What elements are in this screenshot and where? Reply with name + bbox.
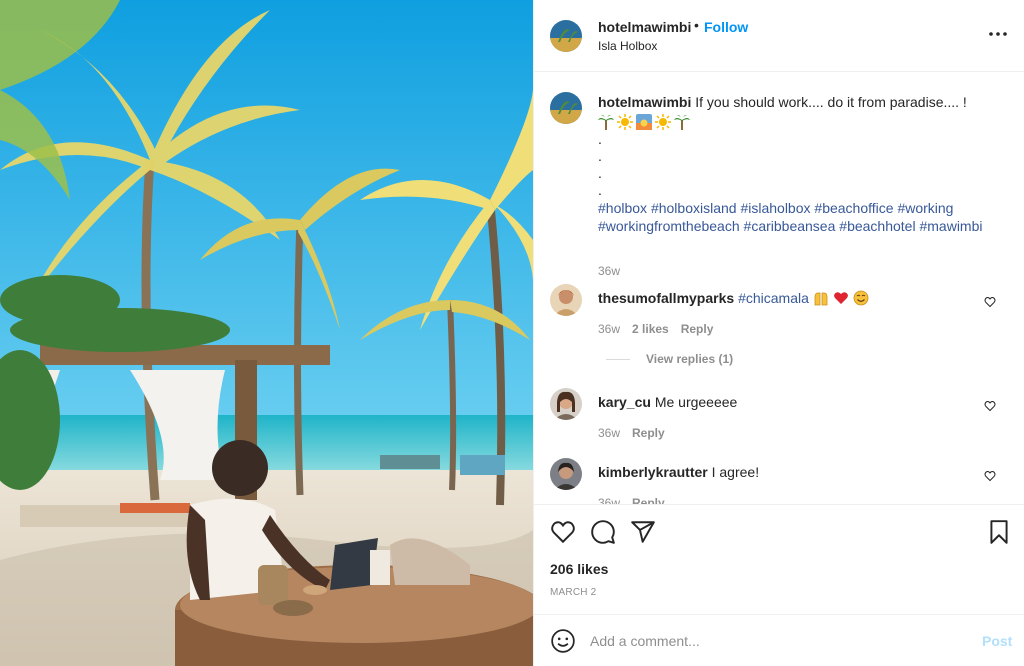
more-horizontal-icon[interactable] [988,24,1008,44]
post-comment-button[interactable]: Post [982,633,1012,649]
sun-icon [617,114,633,130]
comment-timestamp[interactable]: 36w [598,426,620,440]
commenter-username[interactable]: thesumofallmyparks [598,290,734,306]
caption-dot: . [598,131,602,147]
post-details-panel: hotelmawimbi • Follow Isla Holbox hotelm… [533,0,1024,666]
commenter-avatar[interactable] [550,388,582,420]
beach-photo-illustration [0,0,533,666]
commenter-username[interactable]: kary_cu [598,394,651,410]
commenter-username[interactable]: kimberlykrautter [598,464,708,480]
reply-divider-line [606,358,630,360]
emoji-smile-icon[interactable] [550,628,576,654]
caption-hashtags: #holbox #holboxisland #islaholbox #beach… [598,199,998,235]
add-comment-bar: Post [534,614,1024,666]
caption-text: If you should work.... do it from paradi… [695,94,967,110]
post-date[interactable]: MARCH 2 [550,587,596,598]
comment-meta: 36w Reply [598,426,665,440]
red-heart-icon [833,290,849,306]
author-avatar[interactable] [550,20,582,52]
comment-item: kary_cu Me urgeeeee 36w Reply [550,388,1010,448]
comment-item: kimberlykrautter I agree! 36w Reply [550,458,1010,504]
sun-icon [655,114,671,130]
like-comment-heart-icon[interactable] [984,400,996,412]
author-username[interactable]: hotelmawimbi [598,19,691,35]
hashtag-link[interactable]: #islaholbox [740,200,810,216]
comment-text: I agree! [711,464,760,480]
save-bookmark-icon[interactable] [986,519,1012,545]
sunset-icon [636,114,652,130]
view-replies-button[interactable]: View replies (1) [606,352,733,366]
like-comment-heart-icon[interactable] [984,296,996,308]
caption-username[interactable]: hotelmawimbi [598,94,691,110]
hashtag-link[interactable]: #beachoffice [814,200,893,216]
palm-tree-icon [674,114,690,130]
location-link[interactable]: Isla Holbox [598,39,657,53]
hashtag-link[interactable]: #workingfromthebeach [598,218,740,234]
view-replies-label: View replies (1) [646,352,734,366]
hashtag-link[interactable]: #chicamala [738,290,809,306]
hashtag-link[interactable]: #holbox [598,200,647,216]
instagram-post: hotelmawimbi • Follow Isla Holbox hotelm… [0,0,1024,666]
commenter-avatar[interactable] [550,458,582,490]
reply-button[interactable]: Reply [681,322,714,336]
likes-count[interactable]: 206 likes [550,561,608,577]
hashtag-link[interactable]: #holboxisland [651,200,737,216]
hashtag-link[interactable]: #mawimbi [919,218,982,234]
comment-input[interactable] [590,627,950,655]
comment-likes[interactable]: 2 likes [632,322,669,336]
comment-meta: 36w Reply [598,496,665,504]
like-heart-icon[interactable] [550,519,576,545]
caption-dot: . [598,182,602,198]
share-paper-plane-icon[interactable] [630,519,656,545]
comments-list[interactable]: hotelmawimbi If you should work.... do i… [534,72,1024,504]
comment-text: Me urgeeeee [654,394,738,410]
caption-dot: . [598,148,602,164]
palm-tree-icon [598,114,614,130]
comment-item: thesumofallmyparks #chicamala 36w 2 like… [550,284,1010,344]
caption-avatar[interactable] [550,92,582,124]
post-actions: 206 likes MARCH 2 [534,504,1024,614]
raised-hands-icon [813,290,829,306]
comment-meta: 36w 2 likes Reply [598,322,713,336]
caption-dots: . . . . [598,131,998,199]
reply-button[interactable]: Reply [632,426,665,440]
commenter-avatar[interactable] [550,284,582,316]
hashtag-link[interactable]: #working [897,200,953,216]
smiling-face-icon [853,290,869,306]
hashtag-link[interactable]: #caribbeansea [744,218,836,234]
comment-bubble-icon[interactable] [590,519,616,545]
reply-button[interactable]: Reply [632,496,665,504]
post-photo[interactable] [0,0,533,666]
comment-timestamp[interactable]: 36w [598,322,620,336]
like-comment-heart-icon[interactable] [984,470,996,482]
separator-dot: • [694,17,699,33]
post-header: hotelmawimbi • Follow Isla Holbox [534,0,1024,72]
caption-timestamp[interactable]: 36w [598,264,620,278]
hashtag-link[interactable]: #beachhotel [839,218,915,234]
follow-button[interactable]: Follow [704,19,748,35]
comment-timestamp[interactable]: 36w [598,496,620,504]
caption-dot: . [598,165,602,181]
caption-emojis [598,113,998,131]
